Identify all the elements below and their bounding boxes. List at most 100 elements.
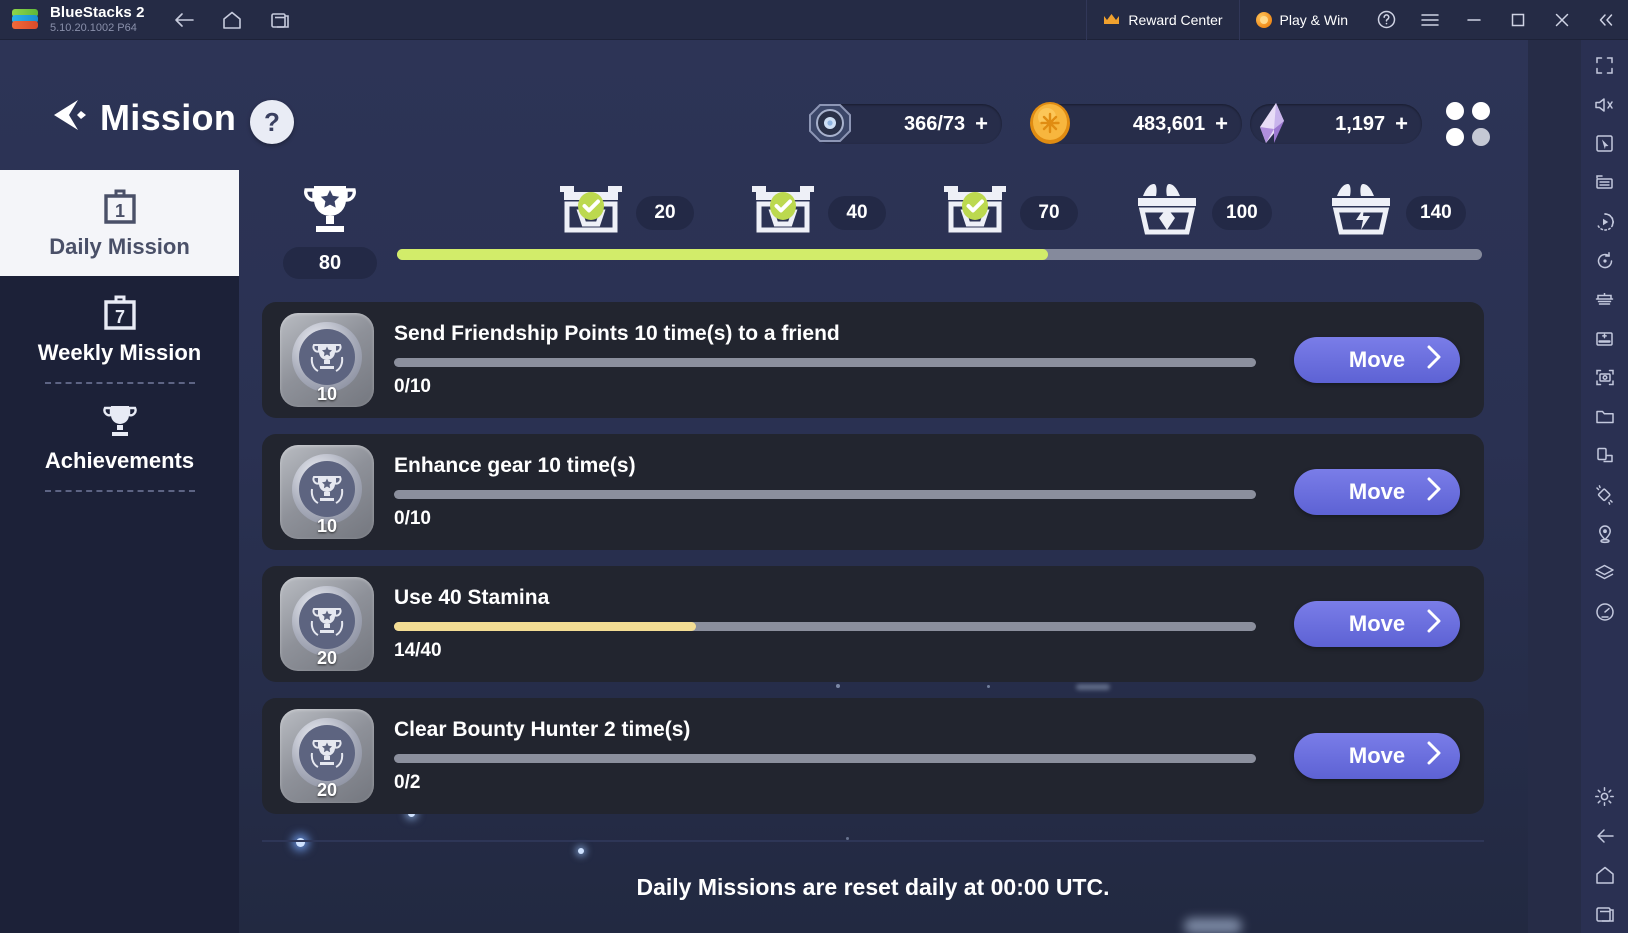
currency-plus-button[interactable]: +	[975, 113, 988, 135]
chest-locked-icon	[1138, 184, 1196, 235]
sidebar-item-label: Achievements	[44, 448, 195, 473]
mission-body: Send Friendship Points 10 time(s) to a f…	[394, 322, 1272, 398]
mission-reward-amount: 20	[316, 780, 338, 800]
page-title: Mission	[100, 97, 237, 138]
layers-icon[interactable]	[1581, 553, 1628, 592]
grid-menu-icon[interactable]	[1446, 102, 1492, 148]
chest-locked-icon	[1332, 184, 1390, 235]
sidebar-item-weekly-mission[interactable]: 7 Weekly Mission	[0, 276, 239, 382]
currency-value: 366/73	[903, 112, 966, 135]
app-version: 5.10.20.1002 P64	[50, 21, 137, 34]
pointer-icon[interactable]	[1581, 124, 1628, 163]
game-header: Mission ? 366/73 + 483,601 + 1,197 +	[0, 40, 1528, 146]
app-name: BlueStacks 2	[50, 3, 145, 21]
mission-row: 10 Send Friendship Points 10 time(s) to …	[262, 302, 1484, 418]
help-button[interactable]: ?	[250, 100, 294, 144]
collapse-icon[interactable]	[1584, 0, 1628, 40]
back-icon[interactable]	[167, 6, 201, 34]
calendar-7-icon: 7	[100, 292, 140, 336]
back-arrow-icon[interactable]	[48, 98, 92, 137]
currency-gold[interactable]: 483,601 +	[1030, 102, 1242, 144]
reward-center-label: Reward Center	[1128, 11, 1223, 28]
medal-icon	[292, 454, 362, 524]
mission-row: 20 Clear Bounty Hunter 2 time(s) 0/2 Mov…	[262, 698, 1484, 814]
sidebar-item-daily-mission[interactable]: 1 Daily Mission	[0, 170, 239, 276]
install-apk-icon[interactable]	[1581, 319, 1628, 358]
reward-node[interactable]: 100	[1130, 176, 1272, 243]
medal-inner	[299, 725, 355, 781]
currency-compass[interactable]: 366/73 +	[809, 104, 1002, 144]
currency-value: 483,601	[1132, 112, 1206, 135]
reward-node-label: 100	[1212, 196, 1272, 230]
home-icon[interactable]	[215, 6, 249, 34]
macro-play-icon[interactable]	[1581, 202, 1628, 241]
medal-icon	[292, 718, 362, 788]
chevron-right-icon	[1426, 741, 1442, 771]
mission-move-label: Move	[1348, 347, 1406, 372]
mission-reward-amount: 20	[316, 648, 338, 668]
currency-crystal[interactable]: 1,197 +	[1250, 103, 1422, 144]
mission-title: Clear Bounty Hunter 2 time(s)	[394, 718, 691, 741]
multi-instance-icon[interactable]	[1581, 280, 1628, 319]
gold-coin-icon	[1024, 97, 1076, 149]
titlebar-nav-group	[167, 6, 297, 34]
screenshot-icon[interactable]	[1581, 358, 1628, 397]
reward-node[interactable]: 20	[554, 176, 694, 243]
recents-icon[interactable]	[1581, 894, 1628, 933]
performance-icon[interactable]	[1581, 592, 1628, 631]
mission-reward-amount: 10	[316, 516, 338, 536]
mission-reward-badge: 20	[280, 709, 374, 803]
reward-node[interactable]: 140	[1324, 176, 1466, 243]
home-icon[interactable]	[1581, 855, 1628, 894]
help-icon[interactable]	[1364, 0, 1408, 40]
menu-icon[interactable]	[1408, 0, 1452, 40]
mission-move-button[interactable]: Move	[1294, 337, 1460, 383]
media-folder-icon[interactable]	[1581, 397, 1628, 436]
bluestacks-sidebar-toolbar	[1581, 40, 1628, 933]
mission-body: Use 40 Stamina 14/40	[394, 586, 1272, 662]
reward-center-button[interactable]: Reward Center	[1086, 0, 1238, 40]
gear-icon[interactable]	[1581, 777, 1628, 816]
back-icon[interactable]	[1581, 816, 1628, 855]
crystal-gem-icon	[1244, 97, 1296, 149]
reward-node[interactable]: 70	[938, 176, 1078, 243]
mission-count: 0/10	[394, 508, 431, 529]
reward-node[interactable]: 40	[746, 176, 886, 243]
sidebar-item-label: Weekly Mission	[37, 340, 202, 365]
recents-icon[interactable]	[263, 6, 297, 34]
maximize-icon[interactable]	[1496, 0, 1540, 40]
screen-rotate-icon[interactable]	[1581, 436, 1628, 475]
fullscreen-icon[interactable]	[1581, 46, 1628, 85]
shake-icon[interactable]	[1581, 475, 1628, 514]
mission-body: Enhance gear 10 time(s) 0/10	[394, 454, 1272, 530]
rotate-icon[interactable]	[1581, 241, 1628, 280]
mission-title: Use 40 Stamina	[394, 586, 550, 609]
trophy-icon	[99, 400, 141, 444]
sidebar-item-label: Daily Mission	[49, 234, 190, 259]
currency-plus-button[interactable]: +	[1215, 113, 1228, 135]
mission-reward-amount: 10	[316, 384, 338, 404]
chest-claimed-icon	[752, 186, 814, 233]
chevron-right-icon	[1426, 609, 1442, 639]
reward-node-label: 70	[1020, 196, 1078, 230]
mission-move-label: Move	[1348, 479, 1406, 504]
mission-move-button[interactable]: Move	[1294, 469, 1460, 515]
mission-move-label: Move	[1348, 743, 1406, 768]
chevron-right-icon	[1426, 345, 1442, 375]
keyboard-controls-icon[interactable]	[1581, 163, 1628, 202]
play-and-win-label: Play & Win	[1279, 11, 1348, 28]
app-identity: BlueStacks 2 5.10.20.1002 P64	[50, 5, 145, 34]
mission-move-button[interactable]: Move	[1294, 733, 1460, 779]
mission-count: 0/10	[394, 376, 431, 397]
minimize-icon[interactable]	[1452, 0, 1496, 40]
mute-icon[interactable]	[1581, 85, 1628, 124]
close-icon[interactable]	[1540, 0, 1584, 40]
medal-icon	[292, 586, 362, 656]
sidebar-item-achievements[interactable]: Achievements	[0, 384, 239, 490]
progress-bar-fill	[397, 249, 1048, 260]
mission-progress-track	[394, 358, 1256, 367]
play-and-win-button[interactable]: Play & Win	[1238, 0, 1364, 40]
currency-plus-button[interactable]: +	[1395, 113, 1408, 135]
mission-move-button[interactable]: Move	[1294, 601, 1460, 647]
location-icon[interactable]	[1581, 514, 1628, 553]
